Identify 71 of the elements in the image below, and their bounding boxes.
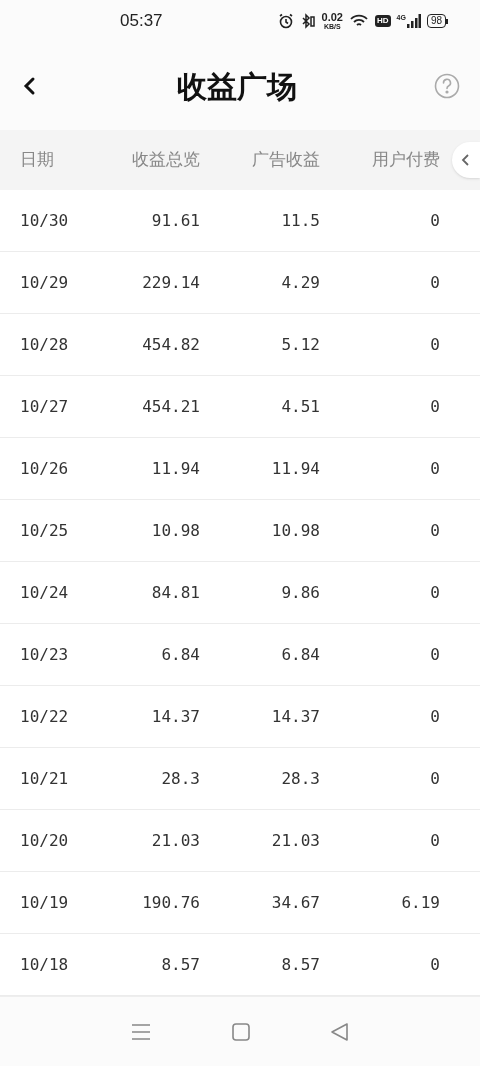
table-cell-text: 454.21 [141,395,200,418]
help-icon[interactable] [434,73,460,99]
column-header: 日期 [19,149,55,172]
table-cell-text: 11.94 [150,457,200,480]
back-nav-icon[interactable] [330,1021,351,1042]
signal-icon [406,14,421,28]
table-cell-text: 0 [429,395,440,418]
column-header: 收益总览 [131,149,200,172]
table-cell-text: 229.14 [141,271,200,294]
table-cell-text: 454.82 [141,333,200,356]
table-cell-text: 10/21 [19,767,70,790]
scroll-left-button[interactable] [452,142,480,178]
table-cell-text: 0 [429,519,440,542]
chevron-left-icon [461,153,471,167]
table-cell-text: 14.37 [270,705,320,728]
table-cell-text: 91.61 [150,209,200,232]
table-cell-text: 0 [429,271,440,294]
table-cell-text: 11.94 [270,457,320,480]
table-cell-text: 10/20 [19,829,70,852]
table-cell-text: 0 [429,953,440,976]
table-cell-text: 10/27 [19,395,70,418]
status-time: 05:37 [120,10,163,33]
table-cell-text: 10/18 [19,953,70,976]
hd-badge: HD [374,15,391,27]
table-cell-text: 0 [429,829,440,852]
table-cell-text: 10/19 [19,891,70,914]
table-cell-text: 0 [429,209,440,232]
table-cell-text: 84.81 [150,581,200,604]
table-cell-text: 28.3 [280,767,320,790]
table-cell-text: 0 [429,643,440,666]
net-speed: 0.02 [321,12,343,23]
table-cell-text: 0 [429,581,440,604]
table-cell-text: 4.51 [280,395,320,418]
page-title: 收益广场 [176,68,298,105]
table-cell-text: 21.03 [150,829,200,852]
table-cell-text: 6.84 [280,643,320,666]
table-cell-text: 10/29 [19,271,70,294]
table-cell-text: 9.86 [280,581,320,604]
table-cell-text: 10/28 [19,333,70,356]
wifi-icon [348,13,369,29]
table-cell-text: 6.84 [160,643,200,666]
table-cell-text: 6.19 [400,891,440,914]
bluetooth-icon [299,13,316,29]
table-cell-text: 5.12 [280,333,320,356]
home-icon[interactable] [231,1021,251,1042]
table-cell-text: 8.57 [280,953,320,976]
table-cell-text: 11.5 [280,209,320,232]
table-cell-text: 14.37 [150,705,200,728]
table-cell-text: 21.03 [270,829,320,852]
table-cell-text: 0 [429,705,440,728]
table-cell-text: 10/26 [19,457,70,480]
table-cell-text: 34.67 [270,891,320,914]
alarm-icon [277,13,294,29]
table-cell-text: 28.3 [160,767,200,790]
table-cell-text: 0 [429,767,440,790]
table-cell-text: 4.29 [280,271,320,294]
table-cell-text: 10.98 [150,519,200,542]
table-cell-text: 10/30 [19,209,70,232]
table-cell-text: 8.57 [160,953,200,976]
table-cell-text: 10/25 [19,519,70,542]
table-cell-text: 10/24 [19,581,70,604]
battery-indicator: 98 [426,14,448,28]
column-header: 广告收益 [251,149,320,172]
table-cell-text: 10.98 [270,519,320,542]
column-header: 用户付费 [371,149,440,172]
table-cell-text: 0 [429,333,440,356]
menu-icon[interactable] [129,1021,152,1042]
table-cell-text: 0 [429,457,440,480]
table-cell-text: 190.76 [141,891,200,914]
table-cell-text: 10/22 [19,705,70,728]
table-cell-text: 10/23 [19,643,70,666]
